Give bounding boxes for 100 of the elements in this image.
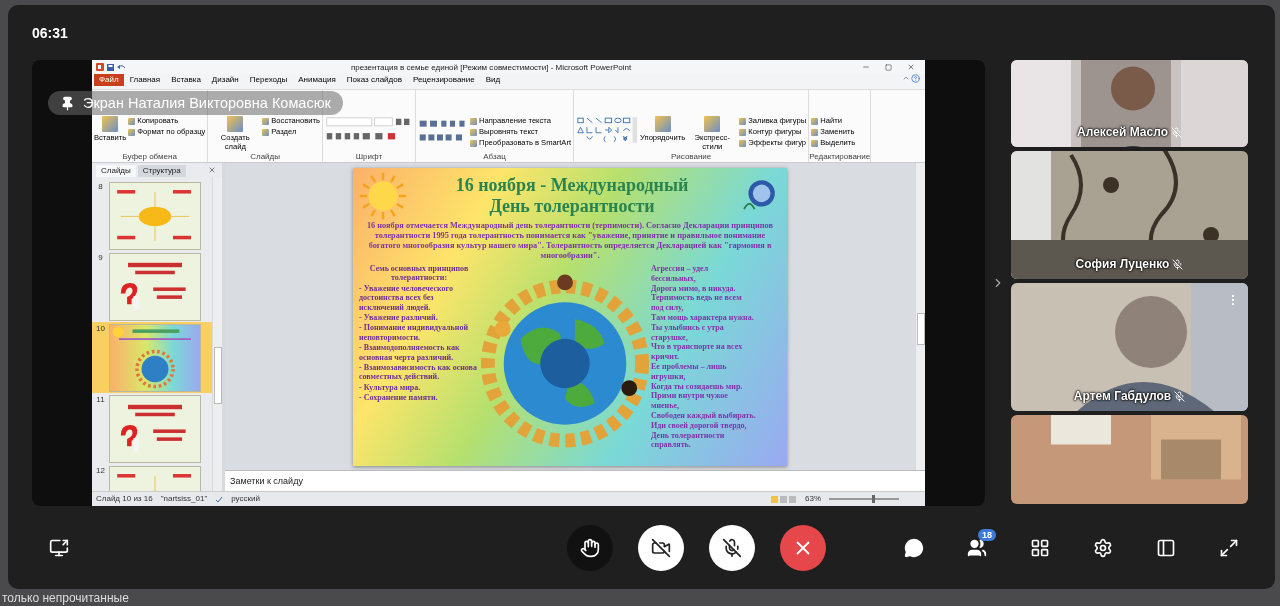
thumbnail-row[interactable]: 11 xyxy=(92,393,212,464)
settings-icon xyxy=(1093,537,1113,558)
slide-counter: Слайд 10 из 16 xyxy=(96,494,153,504)
people-icon xyxy=(967,537,987,558)
help-icon xyxy=(911,74,920,83)
thumbnail-row[interactable]: 9 xyxy=(92,251,212,322)
panel-tab[interactable]: Структура xyxy=(137,165,186,177)
poem-line: Иди своей дорогой твердо, xyxy=(651,420,748,431)
save-icon[interactable] xyxy=(107,63,114,71)
camera-button[interactable] xyxy=(638,524,684,571)
poem-line: Что в транспорте на всех xyxy=(651,342,744,353)
microphone-button[interactable] xyxy=(709,524,755,571)
close-icon xyxy=(208,166,216,174)
ribbon-tab[interactable]: Показ слайдов xyxy=(341,74,407,86)
group-label: Абзац xyxy=(482,152,507,162)
chat-icon xyxy=(904,537,924,558)
slide-number: 10 xyxy=(95,324,106,335)
grid-icon xyxy=(1030,537,1050,558)
participant-tile[interactable]: София Луценко xyxy=(1011,151,1248,279)
principle-item: - Культура мира. xyxy=(359,382,422,393)
poem-line: Свободен каждый выбирать. xyxy=(651,410,757,421)
slide-thumbnail[interactable] xyxy=(109,182,201,250)
ribbon-tab[interactable]: Рецензирование xyxy=(407,74,480,86)
minimize-icon xyxy=(862,63,870,71)
group-label: Слайды xyxy=(249,152,281,162)
slide-title: День толерантности xyxy=(489,196,655,217)
slide-number: 12 xyxy=(95,466,106,477)
poem-line: Прими внутри чужое xyxy=(651,391,729,402)
ribbon-tab[interactable]: Файл xyxy=(94,74,124,86)
raise-hand-button[interactable] xyxy=(567,524,613,571)
close-icon xyxy=(907,63,915,71)
group-label: Шрифт xyxy=(354,152,384,162)
poem-line: Когда ты созидаешь мир. xyxy=(651,381,744,392)
thumbnail-row[interactable]: 10 xyxy=(92,322,212,393)
poem-line: под силу, xyxy=(651,303,685,313)
poem-line: Ты улыбнись с утра xyxy=(651,322,725,333)
slide-thumbnail[interactable] xyxy=(109,253,201,321)
zoom-level[interactable]: 63% xyxy=(805,494,821,504)
poem-line: Агрессия – удел xyxy=(651,264,710,274)
mic-off-icon xyxy=(722,537,742,558)
shapes-gallery-drawing[interactable] xyxy=(576,116,639,144)
intro-paragraph: 16 ноября отмечается Международный день толерантности (терпимости). Согласно Декларации принципов толерантности 1995 года толерантность понимается как "уважение, принятие и правильное понимание богатого многообразия культур нашего мира". Толерантность определяется Декларацией как "гармония в многообразии". xyxy=(365,221,775,261)
notes-field[interactable]: Заметки к слайду xyxy=(225,470,925,491)
slide-thumbnail[interactable] xyxy=(109,324,201,392)
poem-line: Терпимость ведь не всем xyxy=(651,293,743,304)
hand-icon xyxy=(580,537,600,558)
poem-line: справлять. xyxy=(651,440,692,451)
participant-name: София Луценко xyxy=(1075,257,1170,271)
undo-icon[interactable] xyxy=(117,63,126,71)
ribbon-tab[interactable]: Дизайн xyxy=(206,74,244,86)
thumbnail-row[interactable]: 8 xyxy=(92,180,212,251)
poem-line: кричит. xyxy=(651,352,681,362)
participants-count: 18 xyxy=(978,528,996,541)
poem-line: Ее проблемы – лишь xyxy=(651,361,728,372)
participant-name: Алексей Масло xyxy=(1077,125,1168,139)
panel-tab[interactable]: Слайды xyxy=(96,165,136,177)
slide-number: 11 xyxy=(95,395,106,406)
theme-name: "nartsiss_01" xyxy=(160,494,208,504)
app-logo-icon xyxy=(96,63,104,71)
group-label: Рисование xyxy=(670,152,713,162)
scrollbar[interactable] xyxy=(212,177,222,491)
camera-off-icon xyxy=(651,537,671,558)
participants-button[interactable]: 18 xyxy=(958,528,996,567)
principles-heading: Семь основных принципов толерантности: xyxy=(368,264,470,283)
ribbon-tab[interactable]: Вид xyxy=(480,74,506,86)
maximize-icon xyxy=(885,63,892,71)
thumbnail-row[interactable]: 12 xyxy=(92,464,212,491)
principle-item: - Взаимозависимость как основа совместных действий. xyxy=(359,363,478,382)
sun-drawing xyxy=(359,172,407,220)
scrollbar[interactable] xyxy=(915,163,925,470)
poem-line: игрушки, xyxy=(651,371,687,382)
group-label: Буфер обмена xyxy=(121,152,178,162)
end-call-button[interactable] xyxy=(780,524,826,571)
principle-item: - Понимание индивидуальной неповторимости. xyxy=(359,323,470,343)
poem-line: День толерантности xyxy=(651,430,726,441)
poem-line: Там мощь характера нужна. xyxy=(651,313,755,323)
call-timer: 06:31 xyxy=(32,24,68,41)
principle-item: - Уважение человеческого достоинства всех без исключений людей. xyxy=(359,283,454,313)
language-label[interactable]: русский xyxy=(231,494,260,504)
fullscreen-icon xyxy=(1219,537,1239,558)
slide-title: 16 ноября - Международный xyxy=(455,175,689,196)
zoom-thumb[interactable] xyxy=(872,495,876,503)
slide-number: 8 xyxy=(97,182,104,193)
slide-number: 9 xyxy=(97,253,104,264)
spellcheck-icon[interactable] xyxy=(215,495,224,503)
share-screen-icon xyxy=(49,537,69,558)
poem-line: мненье, xyxy=(651,401,680,411)
slide-thumbnail[interactable] xyxy=(109,395,201,463)
principle-item: - Сохранение памяти. xyxy=(359,393,439,403)
poem-line: Дорога мимо, в никуда. xyxy=(651,283,737,294)
ribbon-tab[interactable]: Главная xyxy=(124,74,166,86)
principle-item: - Взаимодополняемость как основная черта различий. xyxy=(359,343,461,363)
principle-item: - Уважение различий. xyxy=(359,313,439,323)
ribbon-tab[interactable]: Вставка xyxy=(166,74,206,86)
ribbon-tab[interactable]: Анимация xyxy=(293,74,341,86)
ribbon-tab[interactable]: Переходы xyxy=(244,74,293,86)
pin-icon xyxy=(60,95,75,111)
filter-label: только непрочитанные xyxy=(2,591,129,606)
poem-line: бессильных, xyxy=(651,273,697,284)
window-title: презентация в семье единой [Режим совместимости] - Microsoft PowerPoint xyxy=(349,62,633,72)
